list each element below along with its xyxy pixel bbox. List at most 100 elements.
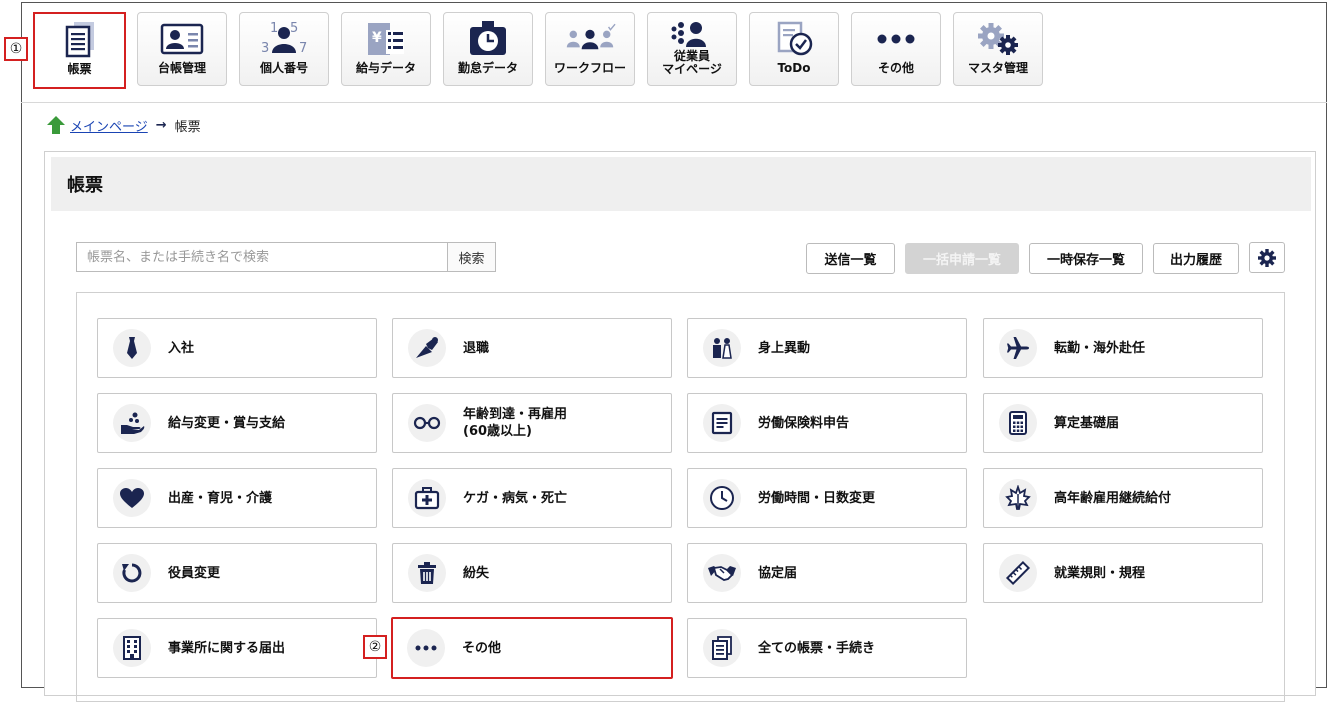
nav-todo[interactable]: ToDo [749, 12, 839, 86]
more-icon [407, 629, 445, 667]
annotation-marker-2: ② [363, 635, 387, 659]
svg-text:5: 5 [290, 21, 298, 36]
nav-label: ToDo [777, 61, 811, 75]
send-list-button[interactable]: 送信一覧 [806, 243, 895, 274]
person-number-icon: 1537 [258, 19, 310, 59]
category-label: 事業所に関する届出 [168, 640, 286, 656]
nav-label: 個人番号 [259, 61, 308, 75]
category-label: ケガ・病気・死亡 [463, 490, 568, 506]
people-group-icon [564, 19, 616, 59]
nav-label: その他 [877, 61, 914, 75]
first-aid-icon [408, 479, 446, 517]
heart-icon [113, 479, 151, 517]
nav-personal-number[interactable]: 1537 個人番号 [239, 12, 329, 86]
document-icon [54, 20, 106, 60]
category-card-office-notification[interactable]: 事業所に関する届出 [97, 618, 377, 678]
category-card-age-reemployment[interactable]: 年齢到達・再雇用 (60歳以上) [392, 393, 672, 453]
category-card-transfer[interactable]: 転勤・海外赴任 [983, 318, 1263, 378]
settings-button[interactable] [1249, 242, 1285, 273]
necktie-icon [113, 329, 151, 367]
form-icon [703, 404, 741, 442]
documents-icon [703, 629, 741, 667]
id-card-icon [156, 19, 208, 59]
category-card-salary-change[interactable]: 給与変更・賞与支給 [97, 393, 377, 453]
category-card-childbirth-care[interactable]: 出産・育児・介護 [97, 468, 377, 528]
category-label: 入社 [168, 340, 195, 356]
category-card-retirement[interactable]: 退職 [392, 318, 672, 378]
todo-icon [768, 19, 820, 59]
category-card-other[interactable]: その他 [391, 617, 673, 679]
category-card-working-hours[interactable]: 労働時間・日数変更 [687, 468, 967, 528]
category-card-agreement[interactable]: 協定届 [687, 543, 967, 603]
output-history-button[interactable]: 出力履歴 [1153, 243, 1239, 274]
breadcrumb-current: 帳票 [174, 119, 201, 135]
bulk-application-list-button[interactable]: 一括申請一覧 [905, 243, 1019, 274]
clock-icon [703, 479, 741, 517]
page-title: 帳票 [67, 175, 103, 196]
category-card-lost[interactable]: 紛失 [392, 543, 672, 603]
category-card-injury-illness[interactable]: ケガ・病気・死亡 [392, 468, 672, 528]
category-label: 算定基礎届 [1054, 415, 1120, 431]
category-label: 出産・育児・介護 [168, 490, 273, 506]
gears-icon [972, 19, 1024, 59]
category-card-joining[interactable]: 入社 [97, 318, 377, 378]
category-label: 労働時間・日数変更 [758, 490, 876, 506]
gear-icon [1258, 248, 1276, 267]
category-label: 役員変更 [168, 565, 221, 581]
nav-label: 帳票 [67, 62, 92, 76]
nav-label: ワークフロー [553, 61, 626, 75]
refresh-icon [113, 554, 151, 592]
category-card-work-rules[interactable]: 就業規則・規程 [983, 543, 1263, 603]
handshake-icon [703, 554, 741, 592]
more-icon [870, 19, 922, 59]
category-label: 労働保険料申告 [758, 415, 850, 431]
glasses-icon [408, 404, 446, 442]
airplane-icon [999, 329, 1037, 367]
nav-employee-mypage[interactable]: 従業員 マイページ [647, 12, 737, 86]
svg-text:7: 7 [299, 41, 307, 56]
bouquet-icon [408, 329, 446, 367]
category-card-officer-change[interactable]: 役員変更 [97, 543, 377, 603]
category-label: その他 [462, 640, 502, 656]
hand-coins-icon [113, 404, 151, 442]
svg-text:1: 1 [270, 21, 278, 36]
search-button[interactable]: 検索 [447, 242, 496, 272]
nav-forms[interactable]: 帳票 [33, 12, 126, 89]
category-label: 就業規則・規程 [1054, 565, 1146, 581]
trash-icon [408, 554, 446, 592]
category-label: 高年齢雇用継続給付 [1054, 490, 1172, 506]
search-input[interactable] [76, 242, 448, 272]
category-label: 給与変更・賞与支給 [168, 415, 286, 431]
svg-text:¥: ¥ [372, 30, 382, 46]
ruler-icon [999, 554, 1037, 592]
breadcrumb: メインページ → 帳票 [46, 115, 201, 135]
employee-icon [666, 19, 718, 49]
category-label: 身上異動 [758, 340, 811, 356]
building-icon [113, 629, 151, 667]
category-card-elderly-employment-benefit[interactable]: 高年齢雇用継続給付 [983, 468, 1263, 528]
category-label: 紛失 [463, 565, 490, 581]
category-card-labor-insurance[interactable]: 労働保険料申告 [687, 393, 967, 453]
nav-attendance-data[interactable]: 勤怠データ [443, 12, 533, 86]
svg-text:3: 3 [261, 41, 269, 56]
nav-other[interactable]: その他 [851, 12, 941, 86]
nav-payroll-data[interactable]: ¥ 給与データ [341, 12, 431, 86]
category-label: 全ての帳票・手続き [758, 640, 876, 656]
timecard-icon [462, 19, 514, 59]
nav-label: 従業員 マイページ [662, 49, 722, 76]
category-label: 年齢到達・再雇用 (60歳以上) [463, 407, 568, 439]
category-label: 転勤・海外赴任 [1054, 340, 1146, 356]
nav-label: マスタ管理 [967, 61, 1028, 75]
breadcrumb-home-link[interactable]: メインページ [70, 116, 148, 135]
category-card-base-calculation[interactable]: 算定基礎届 [983, 393, 1263, 453]
home-arrow-icon [47, 116, 65, 134]
nav-label: 給与データ [355, 61, 416, 75]
nav-workflow[interactable]: ワークフロー [545, 12, 635, 86]
couple-icon [703, 329, 741, 367]
temporary-saved-list-button[interactable]: 一時保存一覧 [1029, 243, 1143, 274]
nav-ledger[interactable]: 台帳管理 [137, 12, 227, 86]
nav-master-management[interactable]: マスタ管理 [953, 12, 1043, 86]
category-card-personal-change[interactable]: 身上異動 [687, 318, 967, 378]
category-label: 協定届 [758, 565, 798, 581]
category-card-all-forms[interactable]: 全ての帳票・手続き [687, 618, 967, 678]
